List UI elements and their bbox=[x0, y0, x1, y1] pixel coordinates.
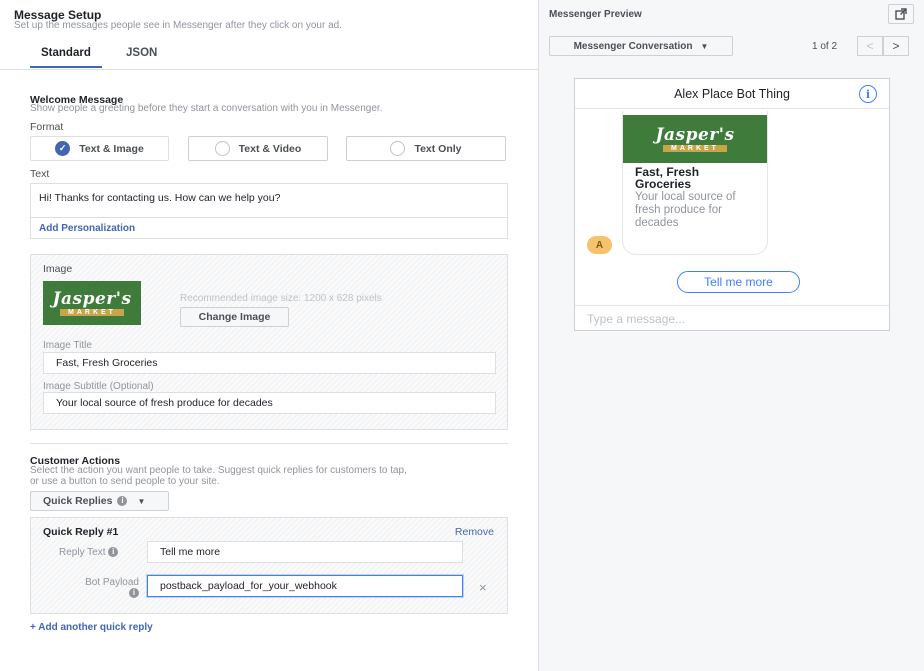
format-text-video-label: Text & Video bbox=[238, 142, 302, 155]
quick-reply-panel: Quick Reply #1 Remove Reply Text i Tell … bbox=[30, 517, 508, 614]
info-icon: i bbox=[117, 496, 128, 506]
image-subtitle-field[interactable]: Your local source of fresh produce for d… bbox=[43, 392, 496, 414]
format-text-image-label: Text & Image bbox=[79, 142, 144, 155]
section-divider bbox=[30, 443, 508, 444]
caret-down-icon: ▼ bbox=[137, 496, 146, 506]
setup-subtitle: Set up the messages people see in Messen… bbox=[14, 20, 342, 31]
format-label: Format bbox=[30, 121, 64, 133]
card-logo-subtext: MARKET bbox=[663, 145, 727, 152]
add-personalization-link[interactable]: Add Personalization bbox=[39, 223, 135, 234]
image-label: Image bbox=[43, 263, 73, 275]
conversation-dropdown[interactable]: Messenger Conversation ▼ bbox=[549, 36, 733, 56]
reply-text-label: Reply Text i bbox=[59, 547, 119, 558]
welcome-card: Jasper's MARKET Fast, Fresh Groceries Yo… bbox=[622, 111, 768, 255]
messenger-preview-panel: Messenger Preview Messenger Conversation… bbox=[538, 0, 924, 671]
thumbnail-logo-subtext: MARKET bbox=[60, 309, 124, 316]
tab-standard[interactable]: Standard bbox=[30, 47, 102, 68]
text-label: Text bbox=[30, 168, 50, 180]
customer-actions-subtitle-2: or use a button to send people to your s… bbox=[30, 476, 220, 487]
action-type-label: Quick Replies bbox=[43, 495, 113, 507]
bot-payload-field[interactable]: postback_payload_for_your_webhook bbox=[147, 575, 463, 597]
external-link-icon bbox=[895, 8, 907, 20]
image-subtitle-label: Image Subtitle (Optional) bbox=[43, 381, 154, 392]
radio-empty-icon bbox=[214, 141, 230, 156]
remove-quick-reply-link[interactable]: Remove bbox=[455, 526, 494, 538]
bot-name: Alex Place Bot Thing bbox=[674, 86, 790, 101]
card-logo-text: Jasper's bbox=[655, 125, 735, 145]
reply-text-label-text: Reply Text bbox=[59, 547, 106, 558]
welcome-subtitle: Show people a greeting before they start… bbox=[30, 103, 383, 114]
messenger-phone-frame: Alex Place Bot Thing i Jasper's MARKET F… bbox=[574, 78, 890, 331]
info-icon: i bbox=[129, 588, 139, 599]
action-type-dropdown[interactable]: Quick Replies i ▼ bbox=[30, 491, 169, 511]
change-image-button[interactable]: Change Image bbox=[180, 307, 289, 327]
image-panel: Image Jasper's MARKET Recommended image … bbox=[30, 254, 508, 430]
customer-actions-subtitle-1: Select the action you want people to tak… bbox=[30, 465, 407, 476]
preview-title: Messenger Preview bbox=[549, 9, 642, 20]
card-image: Jasper's MARKET bbox=[623, 115, 767, 163]
image-title-label: Image Title bbox=[43, 340, 92, 351]
quick-reply-header: Quick Reply #1 bbox=[43, 526, 119, 538]
quick-reply-pill[interactable]: Tell me more bbox=[677, 271, 800, 293]
conversation-dropdown-label: Messenger Conversation bbox=[573, 40, 693, 52]
add-quick-reply-link[interactable]: + Add another quick reply bbox=[30, 622, 153, 633]
card-subtitle: Your local source of fresh produce for d… bbox=[635, 191, 736, 229]
avatar: A bbox=[587, 236, 612, 254]
open-preview-button[interactable] bbox=[888, 4, 914, 24]
welcome-text-field[interactable]: Hi! Thanks for contacting us. How can we… bbox=[30, 183, 508, 239]
image-thumbnail: Jasper's MARKET bbox=[43, 281, 141, 325]
card-title: Fast, Fresh Groceries bbox=[635, 165, 700, 191]
caret-down-icon: ▼ bbox=[700, 41, 709, 51]
info-icon: i bbox=[108, 547, 119, 558]
format-text-only-label: Text Only bbox=[414, 142, 462, 155]
bot-payload-label: Bot Payload i bbox=[71, 577, 139, 599]
conversation-header: Alex Place Bot Thing i bbox=[575, 79, 889, 109]
check-icon: ✓ bbox=[55, 141, 71, 156]
thumbnail-logo-text: Jasper's bbox=[52, 289, 132, 309]
pager-text: 1 of 2 bbox=[812, 41, 838, 52]
message-setup-panel: Message Setup Set up the messages people… bbox=[0, 0, 538, 671]
reply-text-field[interactable]: Tell me more bbox=[147, 541, 463, 563]
format-text-video[interactable]: Text & Video bbox=[188, 136, 328, 161]
format-text-only[interactable]: Text Only bbox=[346, 136, 506, 161]
message-composer[interactable]: Type a message... bbox=[575, 305, 889, 332]
clear-payload-icon[interactable]: × bbox=[479, 580, 487, 595]
divider bbox=[31, 217, 507, 218]
info-icon[interactable]: i bbox=[859, 85, 877, 103]
next-page-button[interactable]: > bbox=[883, 36, 909, 56]
welcome-text-value: Hi! Thanks for contacting us. How can we… bbox=[39, 192, 281, 204]
radio-empty-icon bbox=[390, 141, 406, 156]
format-text-image[interactable]: ✓ Text & Image bbox=[30, 136, 169, 161]
image-title-field[interactable]: Fast, Fresh Groceries bbox=[43, 352, 496, 374]
tab-json[interactable]: JSON bbox=[126, 47, 157, 59]
tab-bar: Standard JSON bbox=[0, 44, 538, 70]
bot-payload-label-text: Bot Payload bbox=[85, 577, 139, 588]
prev-page-button[interactable]: < bbox=[857, 36, 883, 56]
recommended-size-text: Recommended image size: 1200 x 628 pixel… bbox=[180, 293, 382, 304]
